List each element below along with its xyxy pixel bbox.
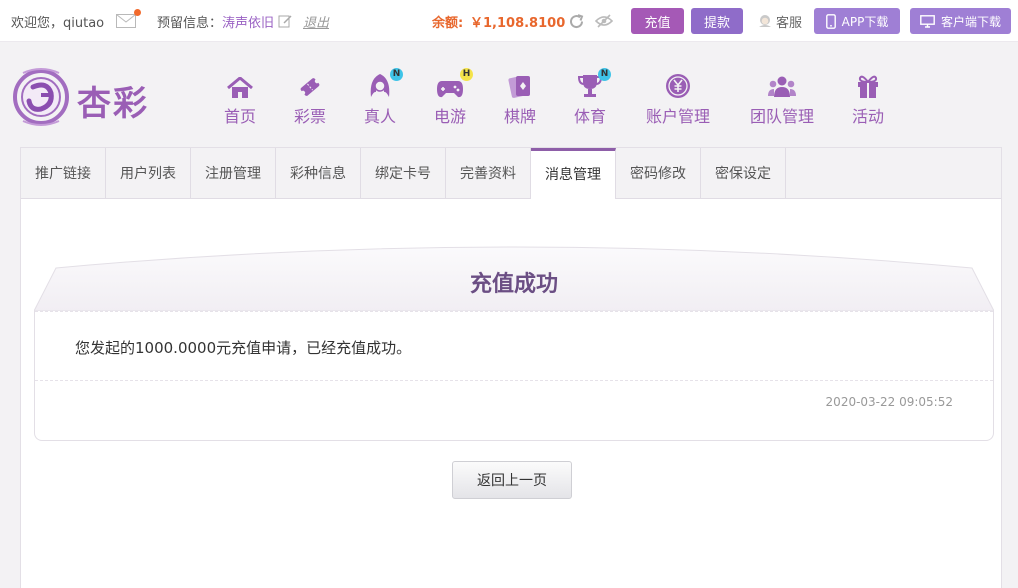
tab-password-change[interactable]: 密码修改 bbox=[616, 148, 701, 198]
refresh-icon[interactable] bbox=[568, 0, 586, 42]
yen-coin-icon bbox=[666, 74, 690, 98]
divider bbox=[35, 311, 993, 312]
hide-balance-icon[interactable] bbox=[595, 0, 613, 42]
gamepad-icon bbox=[437, 81, 463, 98]
logout-link[interactable]: 退出 bbox=[303, 0, 329, 42]
tab-security-setup[interactable]: 密保设定 bbox=[701, 148, 786, 198]
message-envelope: 充值成功 您发起的1000.0000元充值申请，已经充值成功。 2020-03-… bbox=[34, 240, 994, 441]
content-panel: 推广链接 用户列表 注册管理 彩种信息 绑定卡号 完善资料 消息管理 密码修改 … bbox=[20, 147, 1002, 588]
nav-label: 活动 bbox=[851, 107, 884, 126]
withdraw-button[interactable]: 提款 bbox=[691, 8, 743, 34]
tab-bind-card[interactable]: 绑定卡号 bbox=[361, 148, 446, 198]
client-download-label: 客户端下载 bbox=[940, 14, 1001, 29]
message-body: 您发起的1000.0000元充值申请，已经充值成功。 2020-03-22 09… bbox=[34, 311, 994, 441]
new-badge: N bbox=[390, 68, 403, 81]
balance-label: 余额: bbox=[432, 15, 464, 31]
top-bar: 欢迎您，qiutao 预留信息： 涛声依旧 退出 余额: ￥1,108.8100… bbox=[0, 0, 1018, 42]
app-download-button[interactable]: APP下载 bbox=[814, 8, 900, 34]
nav-label: 真人 bbox=[363, 107, 396, 126]
ticket-icon bbox=[300, 78, 320, 96]
nav-sports[interactable]: N 体育 bbox=[572, 68, 611, 131]
back-button[interactable]: 返回上一页 bbox=[452, 461, 572, 499]
nav-egames[interactable]: H 电游 bbox=[432, 68, 473, 131]
reserve-info-value: 涛声依旧 bbox=[222, 15, 275, 31]
nav-live-casino[interactable]: N 真人 bbox=[362, 68, 403, 131]
tab-message-management[interactable]: 消息管理 bbox=[531, 148, 616, 199]
monitor-icon bbox=[920, 14, 935, 28]
nav-label: 体育 bbox=[573, 107, 606, 126]
unread-dot bbox=[134, 9, 141, 16]
tab-user-list[interactable]: 用户列表 bbox=[106, 148, 191, 198]
tab-complete-profile[interactable]: 完善资料 bbox=[446, 148, 531, 198]
message-title: 充值成功 bbox=[469, 272, 558, 297]
nav-label: 棋牌 bbox=[503, 107, 536, 126]
nav-account-management[interactable]: 账户管理 bbox=[642, 71, 714, 131]
customer-service-label: 客服 bbox=[776, 15, 803, 31]
gift-icon bbox=[858, 75, 878, 98]
nav-lottery[interactable]: 彩票 bbox=[292, 71, 328, 131]
app-download-label: APP下载 bbox=[841, 14, 889, 29]
tab-register-management[interactable]: 注册管理 bbox=[191, 148, 276, 198]
reserve-info-label: 预留信息： bbox=[157, 15, 223, 31]
support-agent-icon bbox=[759, 15, 771, 27]
nav-label: 团队管理 bbox=[749, 107, 814, 126]
home-icon bbox=[227, 77, 253, 98]
nav-board-games[interactable]: 棋牌 bbox=[502, 71, 538, 131]
welcome-text: 欢迎您，qiutao bbox=[11, 15, 105, 31]
customer-service-link[interactable]: 客服 bbox=[757, 0, 802, 42]
divider bbox=[35, 380, 993, 381]
nav-home[interactable]: 首页 bbox=[222, 71, 258, 131]
hot-badge: H bbox=[460, 68, 473, 81]
nav-team-management[interactable]: 团队管理 bbox=[746, 71, 818, 131]
nav-label: 首页 bbox=[223, 107, 256, 126]
nav-label: 彩票 bbox=[293, 107, 326, 126]
sub-tabs: 推广链接 用户列表 注册管理 彩种信息 绑定卡号 完善资料 消息管理 密码修改 … bbox=[21, 148, 1001, 199]
site-logo[interactable]: 杏彩 bbox=[11, 65, 171, 129]
tab-promo-link[interactable]: 推广链接 bbox=[21, 148, 106, 198]
site-header: 杏彩 首页 彩票 N 真人 H 电游 棋牌 N 体育 账户管理 团队管理 活动 bbox=[0, 43, 1018, 143]
edit-icon[interactable] bbox=[278, 0, 292, 42]
recharge-button[interactable]: 充值 bbox=[631, 8, 684, 34]
new-badge: N bbox=[598, 68, 611, 81]
balance-value: ￥1,108.8100 bbox=[470, 15, 566, 31]
nav-label: 账户管理 bbox=[645, 107, 710, 126]
logo-text: 杏彩 bbox=[77, 84, 149, 124]
mail-icon[interactable] bbox=[116, 0, 141, 42]
team-icon bbox=[768, 76, 796, 97]
message-text: 您发起的1000.0000元充值申请，已经充值成功。 bbox=[75, 339, 412, 357]
message-timestamp: 2020-03-22 09:05:52 bbox=[825, 395, 953, 409]
nav-label: 电游 bbox=[433, 107, 466, 126]
nav-promotions[interactable]: 活动 bbox=[850, 71, 886, 131]
cards-icon bbox=[508, 76, 530, 98]
client-download-button[interactable]: 客户端下载 bbox=[910, 8, 1011, 34]
phone-icon bbox=[825, 13, 836, 29]
tab-lottery-info[interactable]: 彩种信息 bbox=[276, 148, 361, 198]
